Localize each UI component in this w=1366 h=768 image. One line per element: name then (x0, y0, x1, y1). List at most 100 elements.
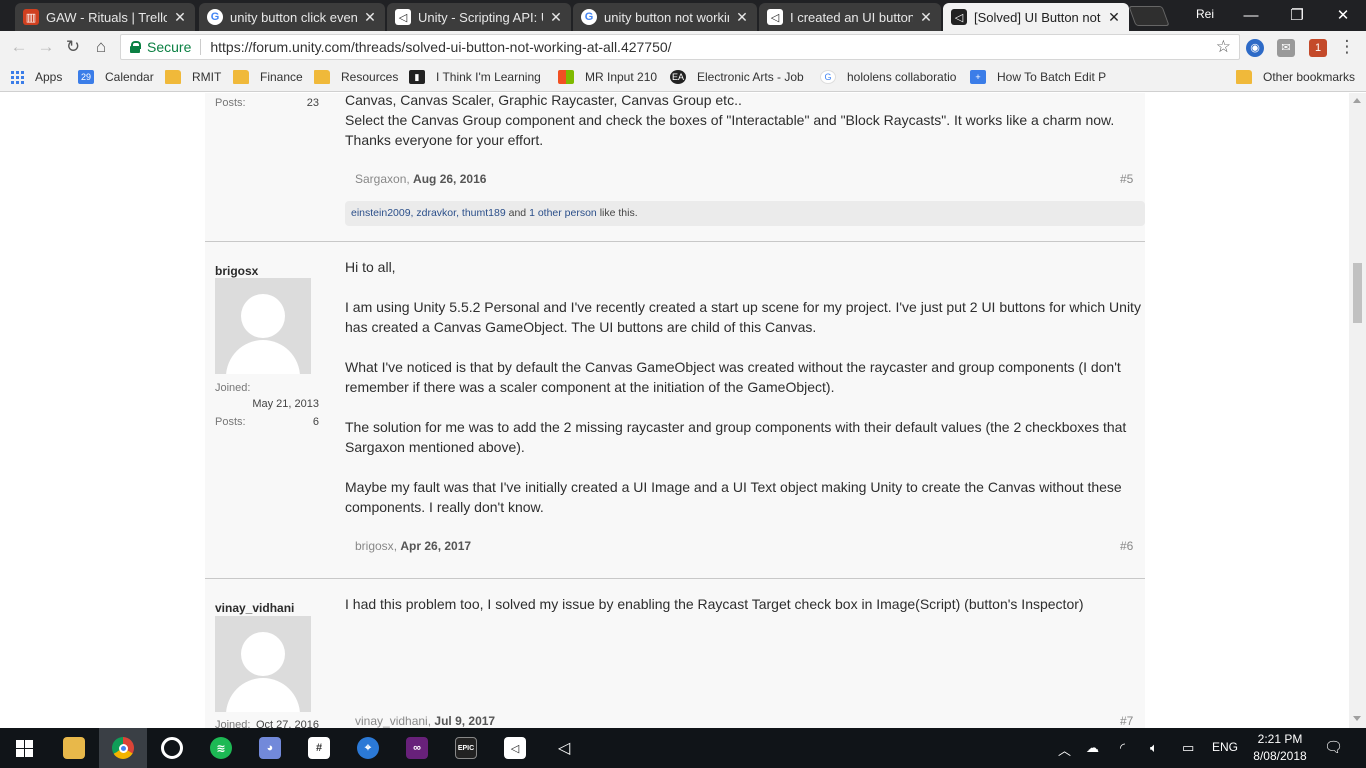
visual-studio-icon[interactable]: ∞ (393, 728, 441, 768)
plus-icon: + (970, 70, 986, 84)
trello-icon: ▥ (23, 9, 39, 25)
bookmark-resources[interactable]: Resources (314, 70, 398, 84)
close-icon[interactable]: ✕ (735, 9, 749, 26)
post-number[interactable]: #7 (1120, 714, 1133, 728)
tab-unity-scripting[interactable]: ◁ Unity - Scripting API: UI ✕ (387, 3, 571, 31)
restore-icon[interactable]: ❐ (1274, 0, 1320, 30)
bookmark-icon: ▮ (409, 70, 425, 84)
post-author-link[interactable]: brigosx (355, 539, 394, 553)
close-icon[interactable]: ✕ (1107, 9, 1121, 26)
reload-icon[interactable]: ↻ (62, 36, 84, 58)
close-icon[interactable]: ✕ (173, 9, 187, 26)
windows-taskbar: ≋ ◕ # ⌖ ∞ EPIC ◁ ◁ ︿ ☁ ◜ 🔈︎ ▭ ENG 2:21 P… (0, 728, 1366, 768)
bookmark-rmit[interactable]: RMIT (165, 70, 221, 84)
extension-globe-icon[interactable]: ◉ (1246, 39, 1264, 57)
post-author-link[interactable]: vinay_vidhani (355, 714, 428, 728)
unity-icon[interactable]: ◁ (491, 728, 539, 768)
message-paragraph: I am using Unity 5.5.2 Personal and I've… (345, 299, 1141, 335)
action-center-icon[interactable]: 🗨︎ (1324, 738, 1343, 756)
message-line: Canvas, Canvas Scaler, Graphic Raycaster… (345, 93, 742, 108)
menu-kebab-icon[interactable]: ⋮ (1336, 36, 1358, 58)
home-icon[interactable]: ⌂ (90, 36, 112, 58)
close-icon[interactable]: ✕ (549, 9, 563, 26)
tab-unity-forum-active[interactable]: ◁ [Solved] UI Button not w ✕ (943, 3, 1129, 31)
profile-name[interactable]: Rei (1196, 7, 1214, 21)
spotify-icon[interactable]: ≋ (197, 728, 245, 768)
windows-start-icon[interactable] (0, 728, 48, 768)
tab-trello[interactable]: ▥ GAW - Rituals | Trello ✕ (15, 3, 195, 31)
calendar-icon: 29 (78, 70, 94, 84)
google-icon: G (207, 9, 223, 25)
bookmark-learning[interactable]: ▮ I Think I'm Learning (409, 70, 541, 84)
bookmark-other[interactable]: Other bookmarks (1236, 70, 1355, 84)
bookmark-apps[interactable]: Apps (11, 70, 62, 84)
back-arrow-icon[interactable]: ← (8, 36, 30, 58)
forward-arrow-icon[interactable]: → (35, 36, 57, 58)
bookmark-label: Calendar (105, 70, 154, 84)
maps-icon[interactable]: ⌖ (344, 728, 392, 768)
bookmark-label: RMIT (192, 70, 222, 84)
bookmark-ea[interactable]: EA Electronic Arts - Job (670, 70, 804, 84)
page-scrollbar[interactable] (1349, 93, 1366, 728)
close-icon[interactable]: ✕ (363, 9, 377, 26)
tab-google-search-2[interactable]: G unity button not working ✕ (573, 3, 757, 31)
extension-mail-icon[interactable]: ✉ (1277, 39, 1295, 57)
post-username[interactable]: brigosx (215, 264, 258, 278)
message-paragraph: I had this problem too, I solved my issu… (345, 596, 1084, 612)
unity-icon: ◁ (767, 9, 783, 25)
likes-others-link[interactable]: 1 other person (529, 207, 597, 219)
message-paragraph: The solution for me was to add the 2 mis… (345, 419, 1127, 455)
tab-google-search-1[interactable]: G unity button click event ✕ (199, 3, 385, 31)
groove-icon[interactable] (148, 728, 196, 768)
volume-icon[interactable]: 🔈︎ (1150, 740, 1158, 756)
scrollbar-thumb[interactable] (1353, 263, 1362, 323)
bookmark-label: How To Batch Edit P (997, 70, 1107, 84)
bookmark-label: Resources (341, 70, 399, 84)
extension-badge-icon[interactable]: 1 (1309, 39, 1327, 57)
bookmark-mr-input[interactable]: MR Input 210 (558, 70, 657, 84)
post-number[interactable]: #6 (1120, 539, 1133, 553)
bookmark-batch-edit[interactable]: + How To Batch Edit P (970, 70, 1106, 84)
file-explorer-icon[interactable] (50, 728, 98, 768)
system-clock[interactable]: 2:21 PM 8/08/2018 (1245, 731, 1315, 765)
post-number[interactable]: #5 (1120, 172, 1133, 186)
new-tab-button[interactable] (1128, 6, 1170, 26)
tab-unity-answers[interactable]: ◁ I created an UI button b ✕ (759, 3, 941, 31)
likes-users[interactable]: einstein2009, zdravkor, thumt189 (351, 207, 506, 219)
posts-count: 6 (312, 416, 319, 428)
show-hidden-icons-icon[interactable]: ︿ (1058, 740, 1071, 759)
message-paragraph: Maybe my fault was that I've initially c… (345, 479, 1122, 515)
post-date[interactable]: Apr 26, 2017 (400, 539, 471, 553)
address-bar[interactable]: Secure https://forum.unity.com/threads/s… (120, 34, 1240, 60)
language-indicator[interactable]: ENG (1212, 740, 1238, 754)
post-username[interactable]: vinay_vidhani (215, 601, 294, 615)
onedrive-icon[interactable]: ☁ (1086, 740, 1099, 756)
close-window-icon[interactable]: ✕ (1320, 0, 1366, 30)
epic-games-icon[interactable]: EPIC (442, 728, 490, 768)
post-date[interactable]: Jul 9, 2017 (434, 714, 495, 728)
scroll-up-arrow-icon[interactable] (1353, 98, 1361, 103)
clock-date: 8/08/2018 (1253, 749, 1307, 763)
scroll-down-arrow-icon[interactable] (1353, 716, 1361, 721)
slack-icon[interactable]: # (295, 728, 343, 768)
chrome-icon[interactable] (99, 728, 147, 768)
avatar[interactable] (215, 616, 311, 712)
bookmark-calendar[interactable]: 29 Calendar (78, 70, 154, 84)
post-message: I had this problem too, I solved my issu… (345, 594, 1145, 614)
bookmark-finance[interactable]: Finance (233, 70, 303, 84)
post-author-link[interactable]: Sargaxon (355, 172, 406, 186)
avatar[interactable] (215, 278, 311, 374)
minimize-icon[interactable]: — (1228, 0, 1274, 30)
bookmark-hololens[interactable]: G hololens collaboratio (820, 70, 956, 84)
bookmark-star-icon[interactable]: ☆ (1216, 37, 1231, 57)
wifi-icon[interactable]: ◜ (1120, 740, 1125, 756)
unity-hub-icon[interactable]: ◁ (540, 728, 588, 768)
forum-post-7: vinay_vidhani Joined: Oct 27, 2016 I had… (205, 579, 1145, 728)
close-icon[interactable]: ✕ (919, 9, 933, 26)
discord-icon[interactable]: ◕ (246, 728, 294, 768)
joined-date: Oct 27, 2016 (256, 719, 319, 728)
url-text[interactable]: https://forum.unity.com/threads/solved-u… (210, 39, 671, 55)
post-author-line: Sargaxon, Aug 26, 2016 (355, 172, 487, 186)
battery-icon[interactable]: ▭ (1182, 740, 1194, 756)
post-date[interactable]: Aug 26, 2016 (413, 172, 486, 186)
